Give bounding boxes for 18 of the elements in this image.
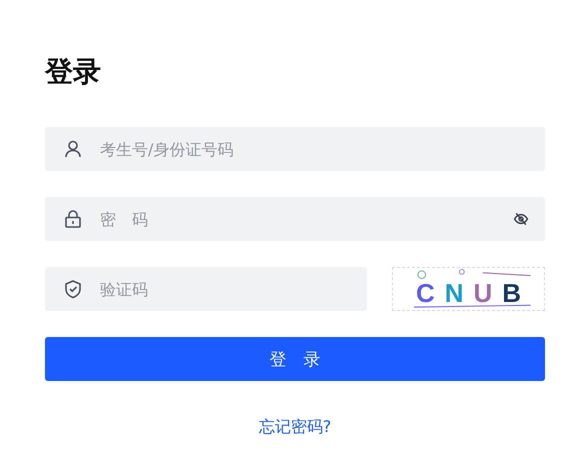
input-field[interactable]: 验证码 <box>45 267 367 311</box>
page-title: 登录 <box>45 54 102 90</box>
eye-slash-icon[interactable] <box>513 211 529 227</box>
captcha-letter: C <box>416 278 435 308</box>
text-input[interactable]: 考生号/身份证号码 <box>98 138 529 160</box>
input-field[interactable]: 密 码 <box>45 197 545 241</box>
captcha-letter: B <box>502 278 522 308</box>
captcha-letter: U <box>474 278 492 308</box>
forgot-password-link[interactable]: 忘记密码? <box>258 417 332 438</box>
text-input[interactable]: 验证码 <box>98 278 351 300</box>
login-button[interactable]: 登 录 <box>45 337 545 381</box>
shield-check-icon <box>63 279 83 299</box>
input-field[interactable]: 考生号/身份证号码 <box>45 127 545 171</box>
user-icon <box>63 139 83 159</box>
captcha-letter: N <box>444 278 464 308</box>
lock-icon <box>63 209 83 229</box>
captcha-image[interactable]: C N U B <box>392 267 545 311</box>
text-input[interactable]: 密 码 <box>98 208 513 230</box>
